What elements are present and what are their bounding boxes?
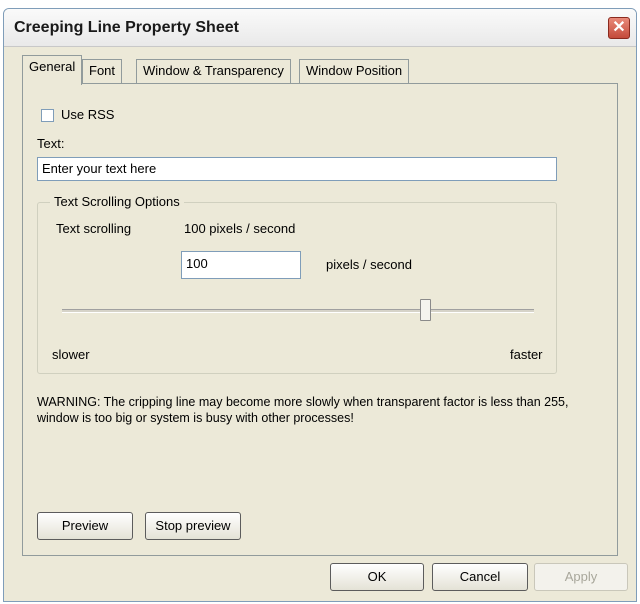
- faster-label: faster: [510, 347, 543, 362]
- warning-text: WARNING: The cripping line may become mo…: [37, 395, 569, 425]
- preview-button[interactable]: Preview: [37, 512, 133, 540]
- use-rss-label[interactable]: Use RSS: [61, 107, 114, 122]
- group-title: Text Scrolling Options: [50, 194, 184, 209]
- tab-window-transparency[interactable]: Window & Transparency: [136, 59, 291, 83]
- use-rss-checkbox[interactable]: [41, 109, 54, 122]
- window-title: Creeping Line Property Sheet: [14, 19, 239, 36]
- speed-unit-label: pixels / second: [326, 257, 412, 272]
- text-input[interactable]: Enter your text here: [37, 157, 557, 181]
- text-scrolling-group: Text Scrolling Options Text scrolling 10…: [37, 194, 557, 374]
- close-icon[interactable]: ✕: [608, 17, 630, 39]
- apply-button[interactable]: Apply: [534, 563, 628, 591]
- scrolling-value-display: 100 pixels / second: [184, 221, 296, 236]
- tab-general[interactable]: General: [22, 55, 83, 85]
- general-tab-panel: Use RSS Text: Enter your text here Text …: [22, 83, 618, 556]
- speed-input[interactable]: 100: [181, 251, 301, 279]
- property-sheet-window: Creeping Line Property Sheet ✕ General F…: [3, 8, 637, 602]
- text-scrolling-label: Text scrolling: [56, 221, 132, 236]
- tab-font[interactable]: Font: [82, 59, 123, 83]
- ok-button[interactable]: OK: [330, 563, 424, 591]
- cancel-button[interactable]: Cancel: [432, 563, 528, 591]
- stop-preview-button[interactable]: Stop preview: [145, 512, 241, 540]
- tab-window-position[interactable]: Window Position: [299, 59, 410, 83]
- title-bar[interactable]: Creeping Line Property Sheet ✕: [4, 9, 636, 47]
- text-label: Text:: [37, 136, 65, 151]
- slower-label: slower: [52, 347, 90, 362]
- speed-slider-thumb[interactable]: [419, 299, 431, 321]
- speed-slider-track[interactable]: [62, 309, 534, 313]
